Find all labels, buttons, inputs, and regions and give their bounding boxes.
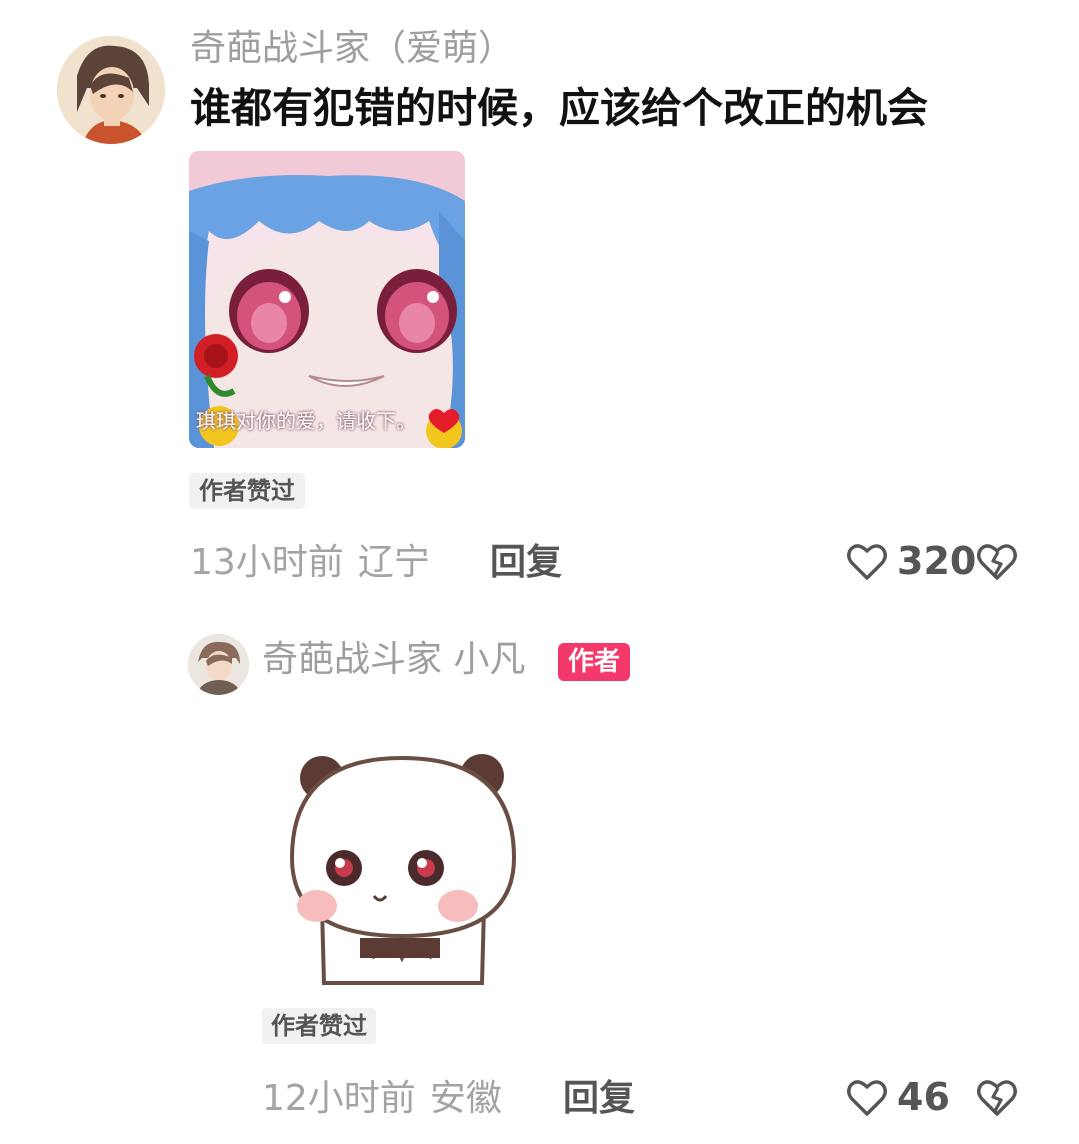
- reply-author-avatar[interactable]: [188, 634, 249, 695]
- author-liked-tag: 作者赞过: [189, 473, 305, 509]
- anime-girl-sticker-icon: [189, 151, 465, 448]
- broken-heart-icon[interactable]: [975, 1077, 1019, 1119]
- comment-time: 13小时前: [190, 542, 344, 583]
- heart-outline-icon[interactable]: [846, 541, 888, 583]
- like-count: 320: [897, 539, 977, 583]
- reply-meta: 12小时前 安徽: [262, 1074, 502, 1124]
- comment-sticker-image[interactable]: [189, 151, 465, 448]
- comment-region: 辽宁: [357, 542, 430, 583]
- commenter-username[interactable]: 奇葩战斗家（爱萌）: [190, 24, 514, 74]
- author-liked-tag: 作者赞过: [262, 1008, 376, 1044]
- reply-region: 安徽: [429, 1078, 502, 1119]
- comment-text: 谁都有犯错的时候，应该给个改正的机会: [190, 84, 928, 132]
- broken-heart-icon[interactable]: [975, 541, 1019, 583]
- reply-button[interactable]: 回复: [490, 538, 562, 588]
- commenter-avatar[interactable]: [57, 36, 165, 144]
- avatar-portrait-icon: [188, 634, 249, 695]
- reply-time: 12小时前: [262, 1078, 416, 1119]
- sticker-caption: 琪琪对你的爱，请收下。: [196, 409, 416, 433]
- avatar-portrait-icon: [57, 36, 165, 144]
- reply-button[interactable]: 回复: [563, 1074, 635, 1124]
- reply-author-username[interactable]: 奇葩战斗家 小凡: [262, 635, 525, 685]
- panda-sticker-icon: [262, 718, 542, 988]
- heart-outline-icon[interactable]: [846, 1077, 888, 1119]
- comment-meta: 13小时前 辽宁: [190, 538, 430, 588]
- author-badge: 作者: [558, 643, 630, 681]
- like-count: 46: [897, 1075, 950, 1119]
- reply-sticker-image[interactable]: [262, 718, 542, 988]
